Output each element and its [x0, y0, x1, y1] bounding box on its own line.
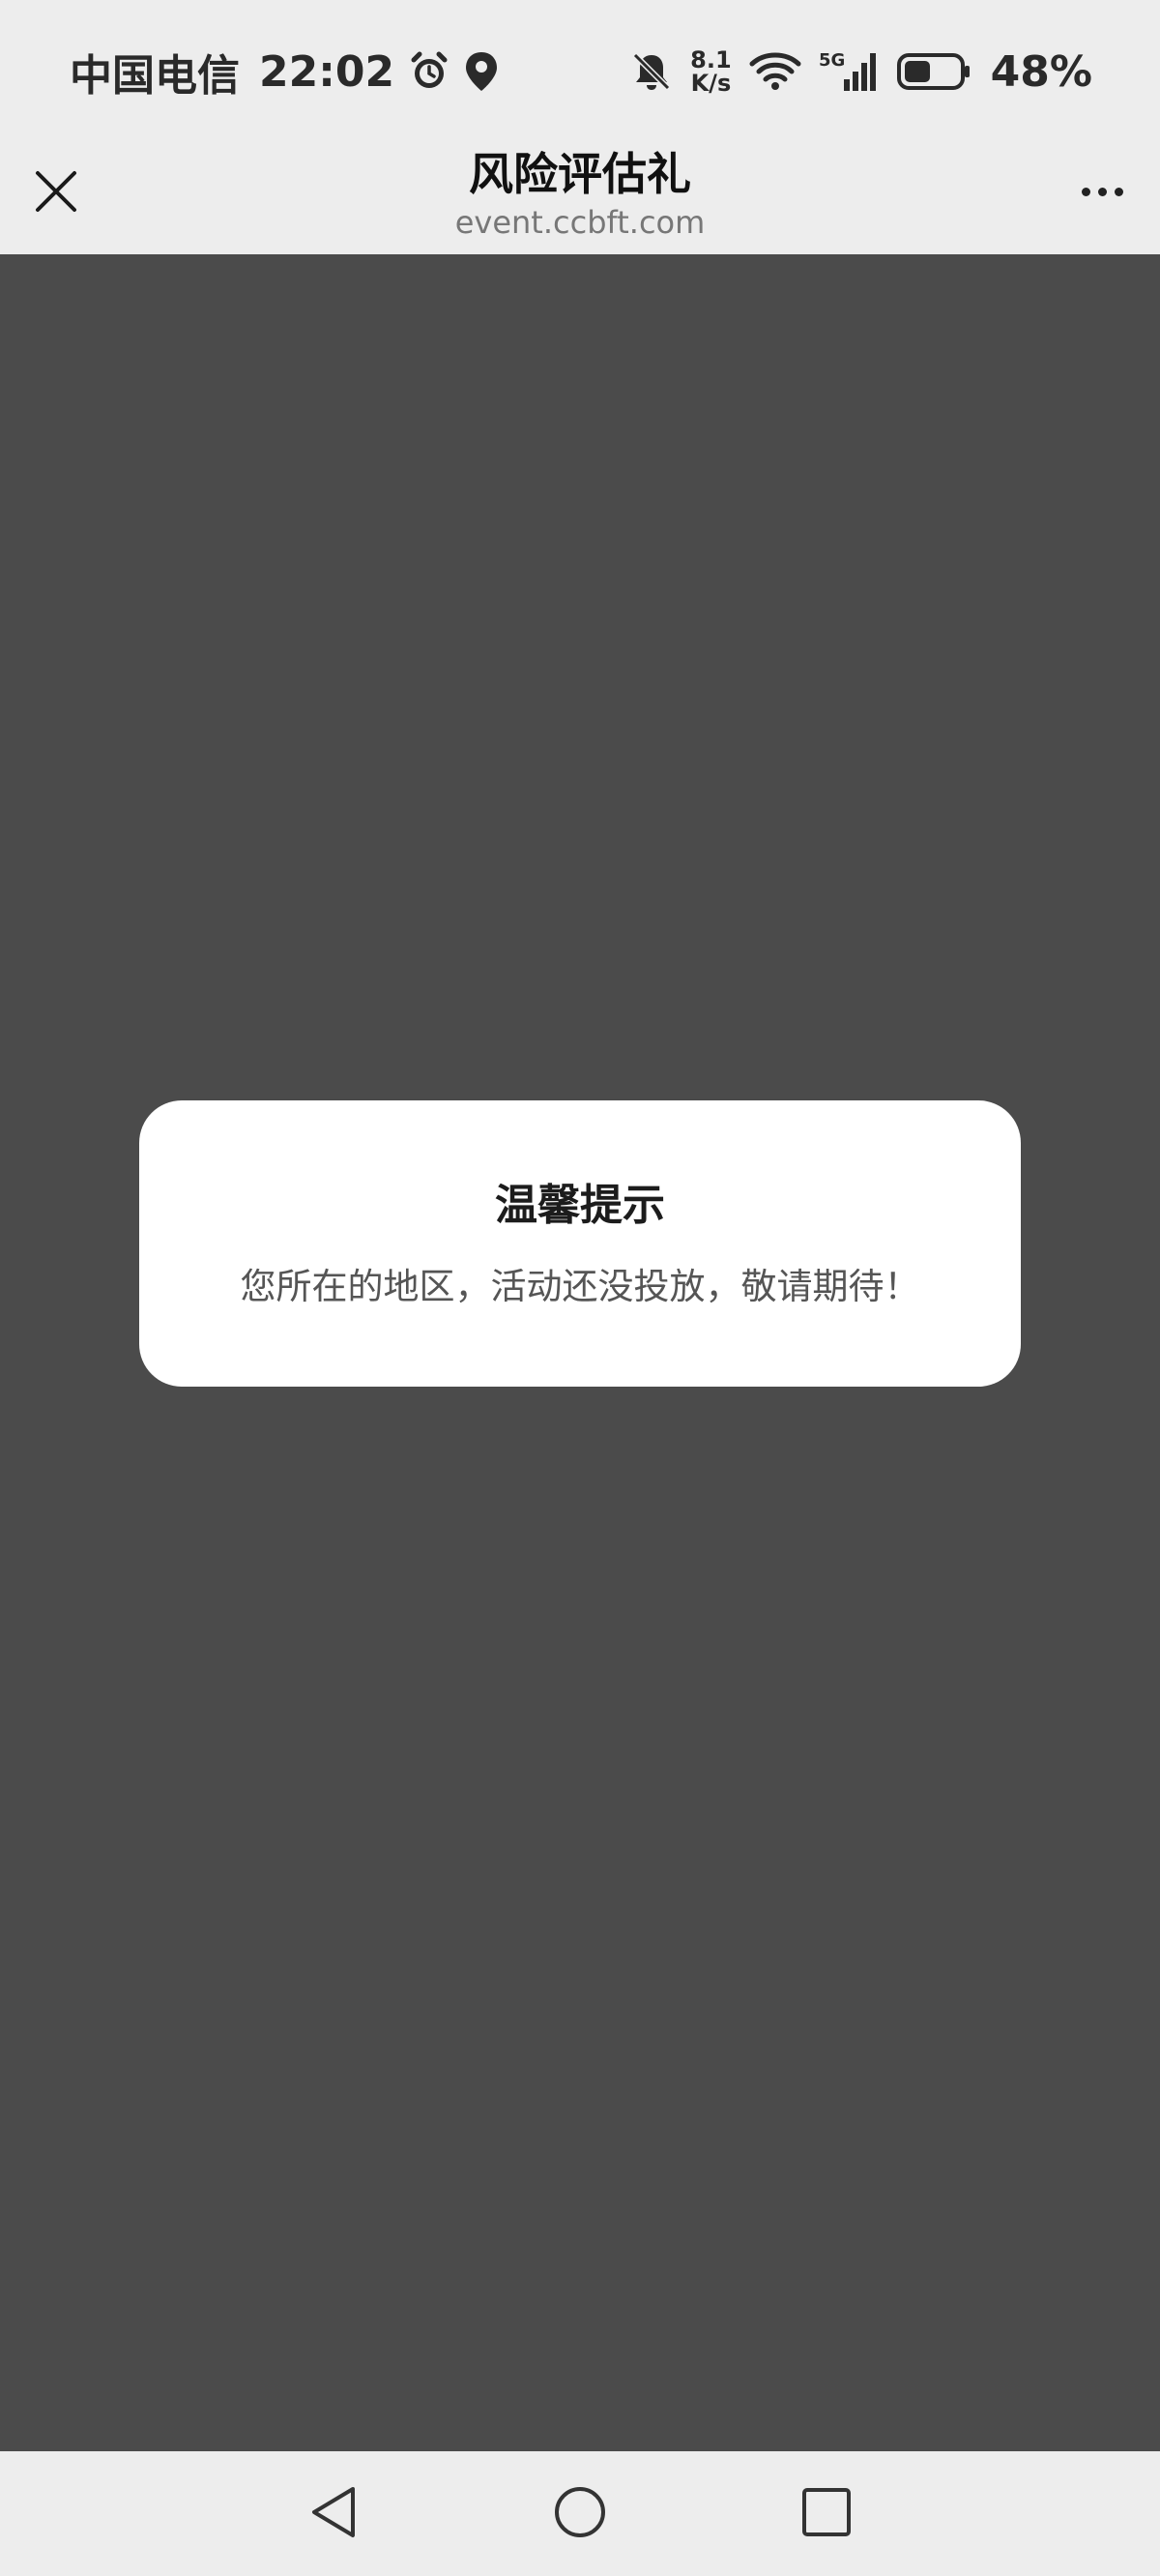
- home-icon: [555, 2487, 605, 2537]
- close-button[interactable]: [27, 162, 85, 220]
- nav-home-button[interactable]: [546, 2478, 614, 2546]
- nav-back-button[interactable]: [300, 2478, 367, 2546]
- net-speed-unit: K/s: [690, 70, 732, 97]
- status-bar: 中国电信 22:02 8.1 K/s 5G 48%: [0, 0, 1160, 143]
- net-speed: 8.1 K/s: [690, 48, 732, 95]
- mute-bell-icon: [630, 50, 673, 93]
- navigation-bar: [0, 2451, 1160, 2576]
- more-icon-dot: [1114, 187, 1123, 196]
- status-left: 中国电信 22:02: [70, 41, 499, 102]
- close-icon: [36, 171, 76, 212]
- recent-apps-icon: [802, 2488, 851, 2536]
- battery-percent: 48%: [990, 46, 1092, 97]
- more-icon: [1081, 187, 1090, 196]
- more-button[interactable]: [1067, 162, 1137, 220]
- nav-recent-button[interactable]: [793, 2478, 860, 2546]
- back-icon: [312, 2487, 355, 2537]
- modal-overlay: 温馨提示 您所在的地区，活动还没投放，敬请期待！: [0, 254, 1160, 2451]
- location-icon: [464, 50, 499, 93]
- more-icon-dot: [1097, 187, 1107, 196]
- status-right: 8.1 K/s 5G 48%: [630, 39, 1092, 104]
- dialog-title: 温馨提示: [495, 1181, 665, 1230]
- battery-icon: [896, 50, 973, 93]
- alert-dialog: 温馨提示 您所在的地区，活动还没投放，敬请期待！: [139, 1100, 1021, 1387]
- signal-icon: 5G: [819, 48, 879, 95]
- page-domain: event.ccbft.com: [454, 204, 706, 241]
- wifi-icon: [749, 50, 801, 93]
- page-title: 风险评估礼: [469, 148, 691, 200]
- battery-fill: [904, 61, 930, 82]
- network-type-label: 5G: [819, 50, 845, 71]
- browser-header: 风险评估礼 event.ccbft.com: [0, 143, 1160, 254]
- title-block: 风险评估礼 event.ccbft.com: [290, 143, 870, 242]
- clock: 22:02: [259, 46, 395, 97]
- alarm-icon: [408, 50, 450, 93]
- carrier-name: 中国电信: [70, 51, 240, 101]
- net-speed-value: 8.1: [690, 46, 732, 73]
- dialog-message: 您所在的地区，活动还没投放，敬请期待！: [240, 1266, 920, 1307]
